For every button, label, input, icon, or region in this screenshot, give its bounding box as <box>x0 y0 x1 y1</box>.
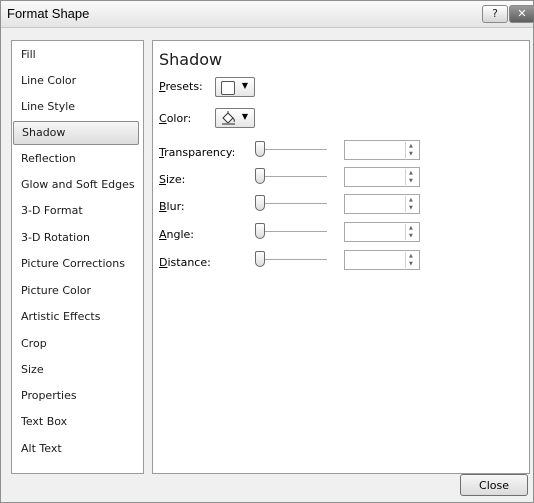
presets-label-text: resets: <box>165 80 203 93</box>
blur-label-text: lur: <box>166 200 185 213</box>
slider-thumb[interactable] <box>255 251 265 267</box>
sidebar-item-reflection[interactable]: Reflection <box>13 147 139 171</box>
title-bar: Format Shape ? ✕ <box>1 1 534 28</box>
close-button[interactable]: Close <box>460 474 528 496</box>
blur-label: Blur: <box>159 200 185 213</box>
sidebar-item-line-color[interactable]: Line Color <box>13 69 139 93</box>
sidebar-item-line-style[interactable]: Line Style <box>13 95 139 119</box>
help-button[interactable]: ? <box>482 5 508 23</box>
angle-label: Angle: <box>159 228 194 241</box>
transparency-label-text: ransparency: <box>164 146 236 159</box>
panel-title: Shadow <box>159 50 223 69</box>
chevron-down-icon: ▼ <box>241 112 248 121</box>
sidebar-item-properties[interactable]: Properties <box>13 384 139 408</box>
sidebar-item-fill[interactable]: Fill <box>13 43 139 67</box>
blur-input[interactable]: ▲ ▼ <box>344 194 420 214</box>
spin-up-icon[interactable]: ▲ <box>409 225 413 231</box>
slider-thumb[interactable] <box>255 223 265 239</box>
shadow-preset-icon <box>221 81 235 95</box>
color-label-text: olor: <box>166 112 192 125</box>
size-slider[interactable] <box>255 167 327 187</box>
angle-accel: A <box>159 228 167 241</box>
presets-dropdown[interactable]: ▼ <box>215 77 255 97</box>
sidebar-item-picture-color[interactable]: Picture Color <box>13 279 139 303</box>
presets-label: Presets: <box>159 80 203 93</box>
slider-thumb[interactable] <box>255 195 265 211</box>
spin-up-icon[interactable]: ▲ <box>409 253 413 259</box>
spin-up-icon[interactable]: ▲ <box>409 197 413 203</box>
close-window-button[interactable]: ✕ <box>509 5 534 23</box>
color-label: Color: <box>159 112 191 125</box>
transparency-input[interactable]: ▲ ▼ <box>344 140 420 160</box>
paint-bucket-icon <box>222 111 235 125</box>
spin-up-icon[interactable]: ▲ <box>409 170 413 176</box>
angle-slider[interactable] <box>255 222 327 242</box>
transparency-label: Transparency: <box>159 146 235 159</box>
color-accel: C <box>159 112 167 125</box>
slider-track <box>261 176 327 177</box>
blur-slider[interactable] <box>255 194 327 214</box>
dialog-title: Format Shape <box>7 6 90 21</box>
close-icon: ✕ <box>517 7 527 20</box>
distance-label: Distance: <box>159 256 211 269</box>
angle-label-text: ngle: <box>166 228 195 241</box>
size-label: Size: <box>159 173 185 186</box>
blur-accel: B <box>159 200 167 213</box>
chevron-down-icon: ▼ <box>241 81 248 90</box>
distance-label-text: istance: <box>167 256 211 269</box>
spin-down-icon[interactable]: ▼ <box>409 151 413 157</box>
angle-input[interactable]: ▲ ▼ <box>344 222 420 242</box>
size-input[interactable]: ▲ ▼ <box>344 167 420 187</box>
sidebar-item-3d-rotation[interactable]: 3-D Rotation <box>13 226 139 250</box>
transparency-slider[interactable] <box>255 140 327 160</box>
spin-down-icon[interactable]: ▼ <box>409 178 413 184</box>
slider-track <box>261 231 327 232</box>
distance-input[interactable]: ▲ ▼ <box>344 250 420 270</box>
sidebar-item-glow-soft-edges[interactable]: Glow and Soft Edges <box>13 173 139 197</box>
sidebar-item-alt-text[interactable]: Alt Text <box>13 437 139 461</box>
sidebar-item-size[interactable]: Size <box>13 358 139 382</box>
category-list: Fill Line Color Line Style Shadow Reflec… <box>11 40 144 474</box>
help-icon: ? <box>492 7 498 20</box>
sidebar-item-crop[interactable]: Crop <box>13 332 139 356</box>
spin-up-icon[interactable]: ▲ <box>409 143 413 149</box>
slider-thumb[interactable] <box>255 168 265 184</box>
slider-thumb[interactable] <box>255 141 265 157</box>
sidebar-item-artistic-effects[interactable]: Artistic Effects <box>13 305 139 329</box>
sidebar-item-picture-corrections[interactable]: Picture Corrections <box>13 252 139 276</box>
spin-down-icon[interactable]: ▼ <box>409 261 413 267</box>
slider-track <box>261 149 327 150</box>
slider-track <box>261 203 327 204</box>
color-dropdown[interactable]: ▼ <box>215 108 255 128</box>
sidebar-item-3d-format[interactable]: 3-D Format <box>13 199 139 223</box>
spin-down-icon[interactable]: ▼ <box>409 233 413 239</box>
size-accel: S <box>159 173 166 186</box>
sidebar-item-text-box[interactable]: Text Box <box>13 410 139 434</box>
distance-slider[interactable] <box>255 250 327 270</box>
size-label-text: ize: <box>165 173 186 186</box>
sidebar-item-shadow[interactable]: Shadow <box>13 121 139 145</box>
slider-track <box>261 259 327 260</box>
spin-down-icon[interactable]: ▼ <box>409 205 413 211</box>
